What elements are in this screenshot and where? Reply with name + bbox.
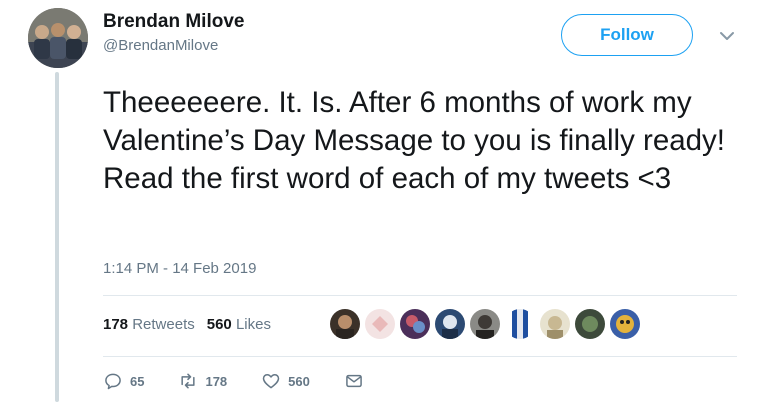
- chevron-down-icon[interactable]: [717, 26, 737, 46]
- author-avatar[interactable]: [28, 8, 88, 68]
- author-handle[interactable]: @BrendanMilove: [103, 37, 218, 54]
- divider: [103, 356, 737, 357]
- tweet-actions: 65 178 560: [103, 371, 398, 391]
- liker-avatars: [330, 309, 640, 339]
- reply-count: 65: [130, 373, 145, 389]
- retweet-icon: [181, 373, 196, 389]
- avatar-photo: [28, 8, 88, 68]
- liker-avatar[interactable]: [400, 309, 430, 339]
- heart-icon: [262, 374, 280, 389]
- like-button[interactable]: 560: [261, 371, 310, 391]
- likes-stat[interactable]: 560 Likes: [207, 316, 271, 333]
- thread-line: [55, 72, 59, 402]
- reply-icon: [105, 373, 121, 390]
- tweet-timestamp[interactable]: 1:14 PM - 14 Feb 2019: [103, 260, 256, 277]
- author-name[interactable]: Brendan Milove: [103, 11, 244, 33]
- liker-avatar[interactable]: [610, 309, 640, 339]
- direct-message-button[interactable]: [344, 371, 364, 391]
- retweets-count: 178: [103, 316, 129, 333]
- retweet-count: 178: [205, 373, 228, 389]
- envelope-icon: [346, 374, 362, 388]
- reply-button[interactable]: 65: [103, 371, 144, 391]
- likes-count: 560: [206, 316, 232, 333]
- likes-label: Likes: [235, 316, 271, 333]
- like-count: 560: [288, 373, 310, 389]
- tweet-text: Theeeeeere. It. Is. After 6 months of wo…: [103, 86, 726, 195]
- follow-button[interactable]: Follow: [561, 14, 693, 56]
- liker-avatar[interactable]: [365, 309, 395, 339]
- retweets-label: Retweets: [132, 316, 195, 333]
- retweets-stat[interactable]: 178 Retweets: [103, 316, 195, 333]
- liker-avatar[interactable]: [575, 309, 605, 339]
- liker-avatar[interactable]: [540, 309, 570, 339]
- divider: [103, 295, 737, 296]
- liker-avatar[interactable]: [330, 309, 360, 339]
- engagement-stats: 178 Retweets 560 Likes: [103, 316, 271, 333]
- liker-avatar[interactable]: [470, 309, 500, 339]
- liker-avatar[interactable]: [435, 309, 465, 339]
- liker-avatar[interactable]: [505, 309, 535, 339]
- retweet-button[interactable]: 178: [178, 371, 227, 391]
